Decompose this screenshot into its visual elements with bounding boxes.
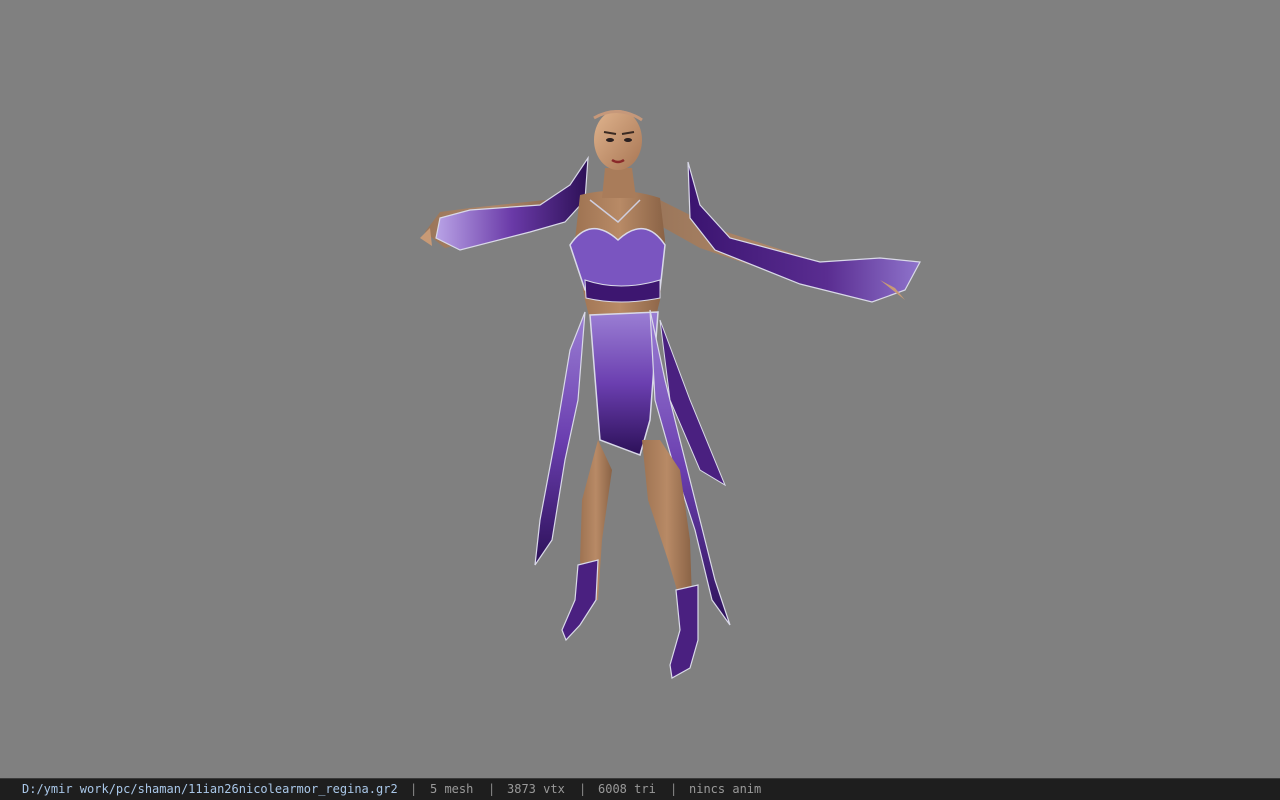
3d-viewport[interactable] — [0, 0, 1280, 778]
separator: | — [488, 782, 496, 796]
anim-status: nincs anim — [689, 782, 762, 796]
separator: | — [410, 782, 418, 796]
vertex-count: 3873 vtx — [507, 782, 565, 796]
separator: | — [579, 782, 587, 796]
right-arm — [650, 161, 921, 303]
character-model — [420, 110, 921, 679]
left-arm — [420, 155, 589, 251]
file-path: D:/ymir work/pc/shaman/11ian26nicolearmo… — [22, 782, 398, 796]
triangle-count: 6008 tri — [598, 782, 656, 796]
separator: | — [670, 782, 678, 796]
head — [593, 110, 643, 170]
armor-skirt — [534, 309, 731, 626]
mesh-count: 5 mesh — [430, 782, 474, 796]
status-bar: D:/ymir work/pc/shaman/11ian26nicolearmo… — [0, 778, 1280, 800]
